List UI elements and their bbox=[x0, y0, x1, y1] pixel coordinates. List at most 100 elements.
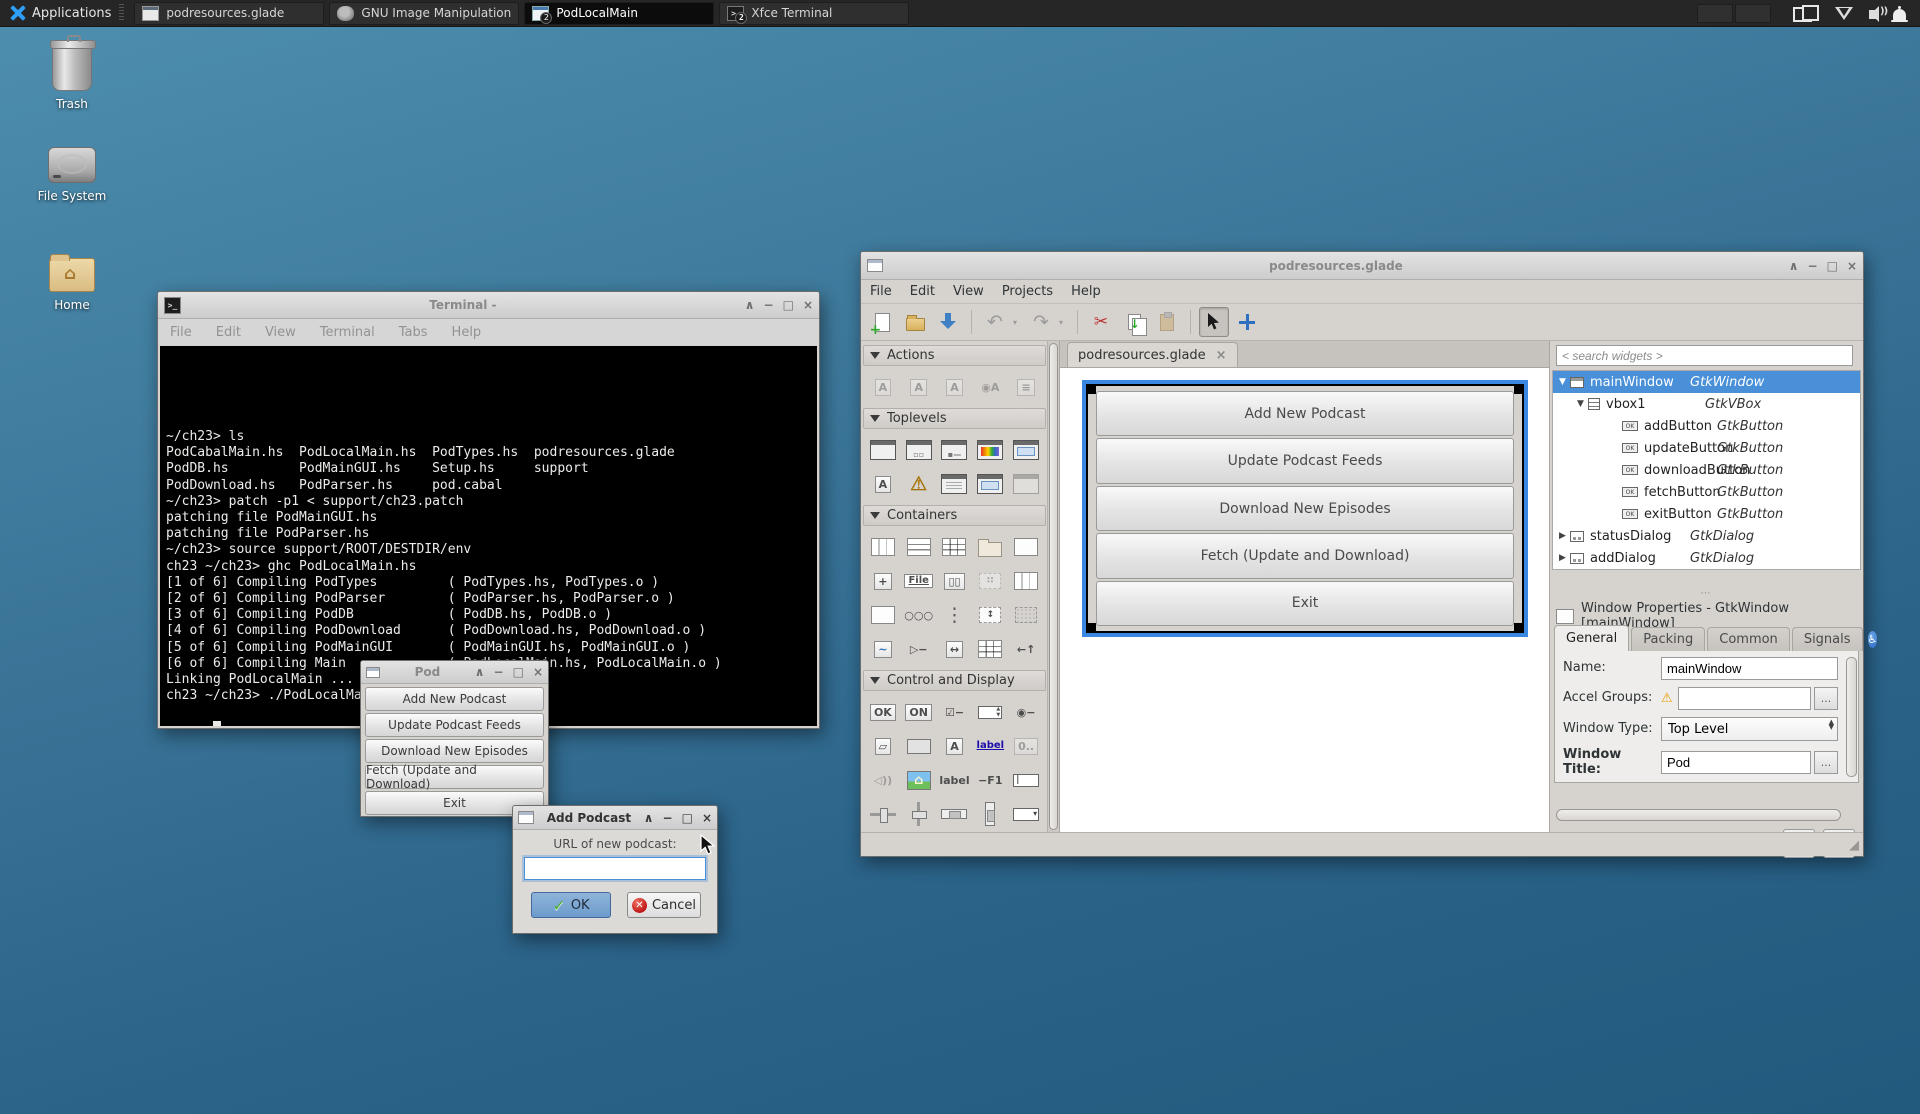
palette-widget[interactable] bbox=[972, 636, 1008, 662]
display-icon[interactable] bbox=[1793, 5, 1819, 21]
workspace-1[interactable] bbox=[1697, 4, 1733, 23]
close-button[interactable]: × bbox=[803, 299, 813, 311]
properties-tab[interactable]: Common bbox=[1707, 627, 1790, 651]
palette-widget[interactable] bbox=[937, 801, 973, 827]
taskbar-window-button[interactable]: podresources.glade bbox=[134, 2, 324, 25]
ok-button[interactable]: ✓ OK bbox=[531, 892, 611, 918]
palette-section-toplevels[interactable]: Toplevels bbox=[863, 408, 1046, 429]
design-tab[interactable]: podresources.glade × bbox=[1067, 342, 1238, 367]
pod-action-button[interactable]: Download New Episodes bbox=[365, 739, 544, 763]
minimize-button[interactable]: − bbox=[1808, 260, 1818, 272]
palette-widget[interactable]: A bbox=[937, 733, 973, 759]
palette-section-actions[interactable]: Actions bbox=[863, 345, 1046, 366]
close-button[interactable]: × bbox=[1847, 260, 1857, 272]
selector-button[interactable] bbox=[1199, 307, 1229, 337]
expander-icon[interactable]: ▶ bbox=[1557, 553, 1568, 563]
design-button[interactable]: Add New Podcast bbox=[1096, 391, 1514, 436]
widget-tree-row[interactable]: ▶ addDialog GtkDialog bbox=[1553, 547, 1860, 569]
design-canvas[interactable]: Add New PodcastUpdate Podcast FeedsDownl… bbox=[1060, 368, 1549, 832]
palette-widget[interactable] bbox=[865, 437, 901, 463]
maximize-button[interactable]: □ bbox=[682, 812, 693, 824]
design-selected-window[interactable]: Add New PodcastUpdate Podcast FeedsDownl… bbox=[1082, 380, 1528, 637]
pod-action-button[interactable]: Fetch (Update and Download) bbox=[365, 765, 544, 789]
redo-button[interactable]: ↷ bbox=[1026, 307, 1056, 337]
palette-widget[interactable]: + bbox=[865, 568, 901, 594]
cut-button[interactable]: ✂ bbox=[1086, 307, 1116, 337]
palette-widget[interactable]: A bbox=[865, 471, 901, 497]
palette-widget[interactable]: File bbox=[901, 568, 937, 594]
glade-menu-item[interactable]: Projects bbox=[993, 284, 1062, 299]
pod-action-button[interactable]: Update Podcast Feeds bbox=[365, 713, 544, 737]
palette-widget[interactable]: ▪— bbox=[937, 437, 973, 463]
paste-button[interactable] bbox=[1152, 307, 1182, 337]
desktop-icon[interactable]: Trash bbox=[26, 43, 118, 111]
glade-menu-item[interactable]: File bbox=[861, 284, 901, 299]
palette-widget[interactable] bbox=[972, 437, 1008, 463]
palette-widget[interactable] bbox=[1008, 471, 1044, 497]
palette-widget[interactable]: label bbox=[937, 767, 973, 793]
applications-menu-icon[interactable] bbox=[8, 5, 26, 21]
terminal-menu-item[interactable]: File bbox=[158, 325, 204, 340]
palette-widget[interactable] bbox=[901, 733, 937, 759]
palette-widget[interactable] bbox=[1008, 568, 1044, 594]
rollup-button[interactable]: ∧ bbox=[475, 666, 485, 678]
palette-widget[interactable]: 0.. bbox=[1008, 733, 1044, 759]
properties-tab[interactable]: General bbox=[1554, 625, 1629, 651]
palette-widget[interactable] bbox=[1008, 602, 1044, 628]
palette-widget[interactable]: ~ bbox=[865, 636, 901, 662]
rollup-button[interactable]: ∧ bbox=[1789, 260, 1799, 272]
window-type-select[interactable]: Top Level ▲▼ bbox=[1661, 717, 1838, 741]
palette-widget[interactable] bbox=[972, 534, 1008, 560]
maximize-button[interactable]: □ bbox=[513, 666, 524, 678]
widget-tree-row[interactable]: exitButton GtkButton bbox=[1553, 503, 1860, 525]
search-widgets-input[interactable] bbox=[1556, 345, 1853, 366]
close-button[interactable]: × bbox=[533, 666, 543, 678]
redo-dropdown[interactable]: ▾ bbox=[1059, 318, 1069, 327]
desktop-icon[interactable]: Home bbox=[26, 258, 118, 312]
palette-widget[interactable] bbox=[972, 471, 1008, 497]
selection-handle[interactable] bbox=[1514, 623, 1522, 631]
properties-horizontal-scrollbar[interactable] bbox=[1556, 809, 1841, 821]
open-button[interactable] bbox=[900, 307, 930, 337]
tab-close-icon[interactable]: × bbox=[1216, 348, 1227, 363]
selection-handle[interactable] bbox=[1088, 623, 1096, 631]
palette-widget[interactable]: ON bbox=[901, 699, 937, 725]
properties-tab[interactable]: Packing bbox=[1631, 627, 1705, 651]
name-field[interactable] bbox=[1661, 657, 1838, 680]
undo-dropdown[interactable]: ▾ bbox=[1013, 318, 1023, 327]
palette-widget[interactable] bbox=[972, 801, 1008, 827]
design-button[interactable]: Download New Episodes bbox=[1096, 486, 1514, 531]
palette-widget[interactable]: ⌂ bbox=[901, 767, 937, 793]
save-button[interactable] bbox=[933, 307, 963, 337]
pane-splitter[interactable]: ⋯ bbox=[1550, 588, 1863, 599]
taskbar-window-button[interactable]: 2 PodLocalMain bbox=[524, 2, 714, 25]
palette-widget[interactable] bbox=[901, 534, 937, 560]
palette-widget[interactable]: ≡ bbox=[1008, 374, 1044, 400]
glade-menu-item[interactable]: Help bbox=[1062, 284, 1110, 299]
palette-widget[interactable] bbox=[937, 471, 973, 497]
window-title-browse-button[interactable]: ... bbox=[1814, 751, 1838, 774]
palette-widget[interactable]: label bbox=[972, 733, 1008, 759]
palette-widget[interactable] bbox=[1008, 437, 1044, 463]
palette-widget[interactable] bbox=[937, 534, 973, 560]
glade-titlebar[interactable]: podresources.glade ∧−□× bbox=[861, 252, 1863, 280]
palette-widget[interactable]: ▷− bbox=[901, 636, 937, 662]
palette-widget[interactable]: −F1 bbox=[972, 767, 1008, 793]
palette-section-control-display[interactable]: Control and Display bbox=[863, 670, 1046, 691]
design-button[interactable]: Update Podcast Feeds bbox=[1096, 438, 1514, 483]
palette-widget[interactable]: A bbox=[865, 374, 901, 400]
palette-widget[interactable] bbox=[1008, 534, 1044, 560]
palette-widget[interactable]: ⋮ bbox=[937, 602, 973, 628]
terminal-menu-item[interactable]: Help bbox=[440, 325, 494, 340]
close-button[interactable]: × bbox=[702, 812, 712, 824]
terminal-menu-item[interactable]: View bbox=[253, 325, 308, 340]
copy-button[interactable] bbox=[1119, 307, 1149, 337]
wifi-icon[interactable] bbox=[1835, 7, 1853, 20]
selection-handle[interactable] bbox=[1514, 386, 1522, 394]
palette-widget[interactable]: A bbox=[937, 374, 973, 400]
palette-widget[interactable] bbox=[1008, 801, 1044, 827]
rollup-button[interactable]: ∧ bbox=[745, 299, 755, 311]
expander-icon[interactable]: ▶ bbox=[1557, 531, 1568, 541]
terminal-menu-item[interactable]: Edit bbox=[204, 325, 253, 340]
widget-tree-row[interactable]: updateButton GtkButton bbox=[1553, 437, 1860, 459]
